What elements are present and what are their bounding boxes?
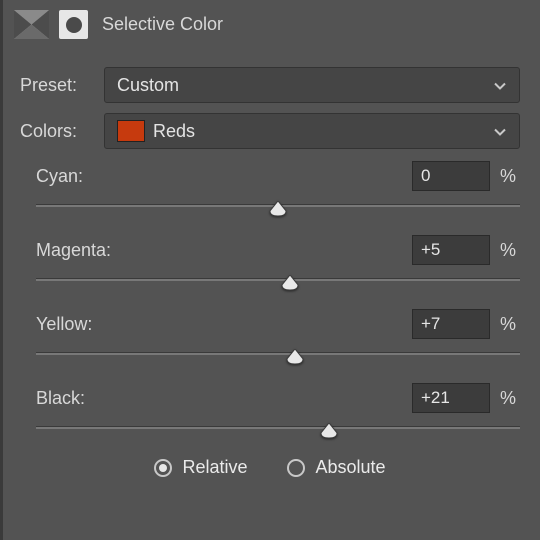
panel-header: Selective Color — [0, 0, 540, 49]
percent-unit: % — [500, 166, 520, 187]
slider-value-input[interactable]: +5 — [412, 235, 490, 265]
absolute-radio[interactable]: Absolute — [287, 457, 385, 478]
relative-radio[interactable]: Relative — [154, 457, 247, 478]
slider-thumb[interactable] — [285, 349, 305, 365]
slider-track[interactable] — [36, 197, 520, 221]
radio-indicator-selected — [154, 459, 172, 477]
slider-row-black: Black: +21 % — [36, 383, 520, 443]
slider-value-input[interactable]: +21 — [412, 383, 490, 413]
slider-label: Magenta: — [36, 240, 111, 261]
percent-unit: % — [500, 388, 520, 409]
colors-row: Colors: Reds — [20, 113, 520, 149]
slider-track[interactable] — [36, 271, 520, 295]
adjustment-thumbnail[interactable] — [14, 10, 49, 39]
sliders-group: Cyan: 0 % Magenta: +5 % — [20, 161, 520, 443]
slider-label: Yellow: — [36, 314, 92, 335]
slider-thumb[interactable] — [268, 201, 288, 217]
chevron-down-icon — [493, 121, 507, 142]
mode-radio-group: Relative Absolute — [20, 457, 520, 478]
chevron-down-icon — [493, 75, 507, 96]
preset-label: Preset: — [20, 75, 94, 96]
absolute-label: Absolute — [315, 457, 385, 478]
panel-left-edge — [0, 0, 3, 540]
colors-select[interactable]: Reds — [104, 113, 520, 149]
selective-color-panel: Preset: Custom Colors: Reds Cyan: 0 % — [0, 67, 540, 478]
preset-value: Custom — [117, 75, 179, 96]
slider-value-input[interactable]: +7 — [412, 309, 490, 339]
colors-label: Colors: — [20, 121, 94, 142]
slider-row-cyan: Cyan: 0 % — [36, 161, 520, 221]
percent-unit: % — [500, 314, 520, 335]
percent-unit: % — [500, 240, 520, 261]
slider-thumb[interactable] — [280, 275, 300, 291]
slider-label: Black: — [36, 388, 85, 409]
slider-label: Cyan: — [36, 166, 83, 187]
slider-value-input[interactable]: 0 — [412, 161, 490, 191]
preset-select[interactable]: Custom — [104, 67, 520, 103]
slider-row-yellow: Yellow: +7 % — [36, 309, 520, 369]
layer-mask-icon[interactable] — [59, 10, 88, 39]
slider-track[interactable] — [36, 345, 520, 369]
slider-track[interactable] — [36, 419, 520, 443]
radio-indicator — [287, 459, 305, 477]
relative-label: Relative — [182, 457, 247, 478]
color-swatch — [117, 120, 145, 142]
colors-value: Reds — [153, 121, 195, 142]
slider-row-magenta: Magenta: +5 % — [36, 235, 520, 295]
preset-row: Preset: Custom — [20, 67, 520, 103]
slider-thumb[interactable] — [319, 423, 339, 439]
panel-title: Selective Color — [102, 14, 223, 35]
